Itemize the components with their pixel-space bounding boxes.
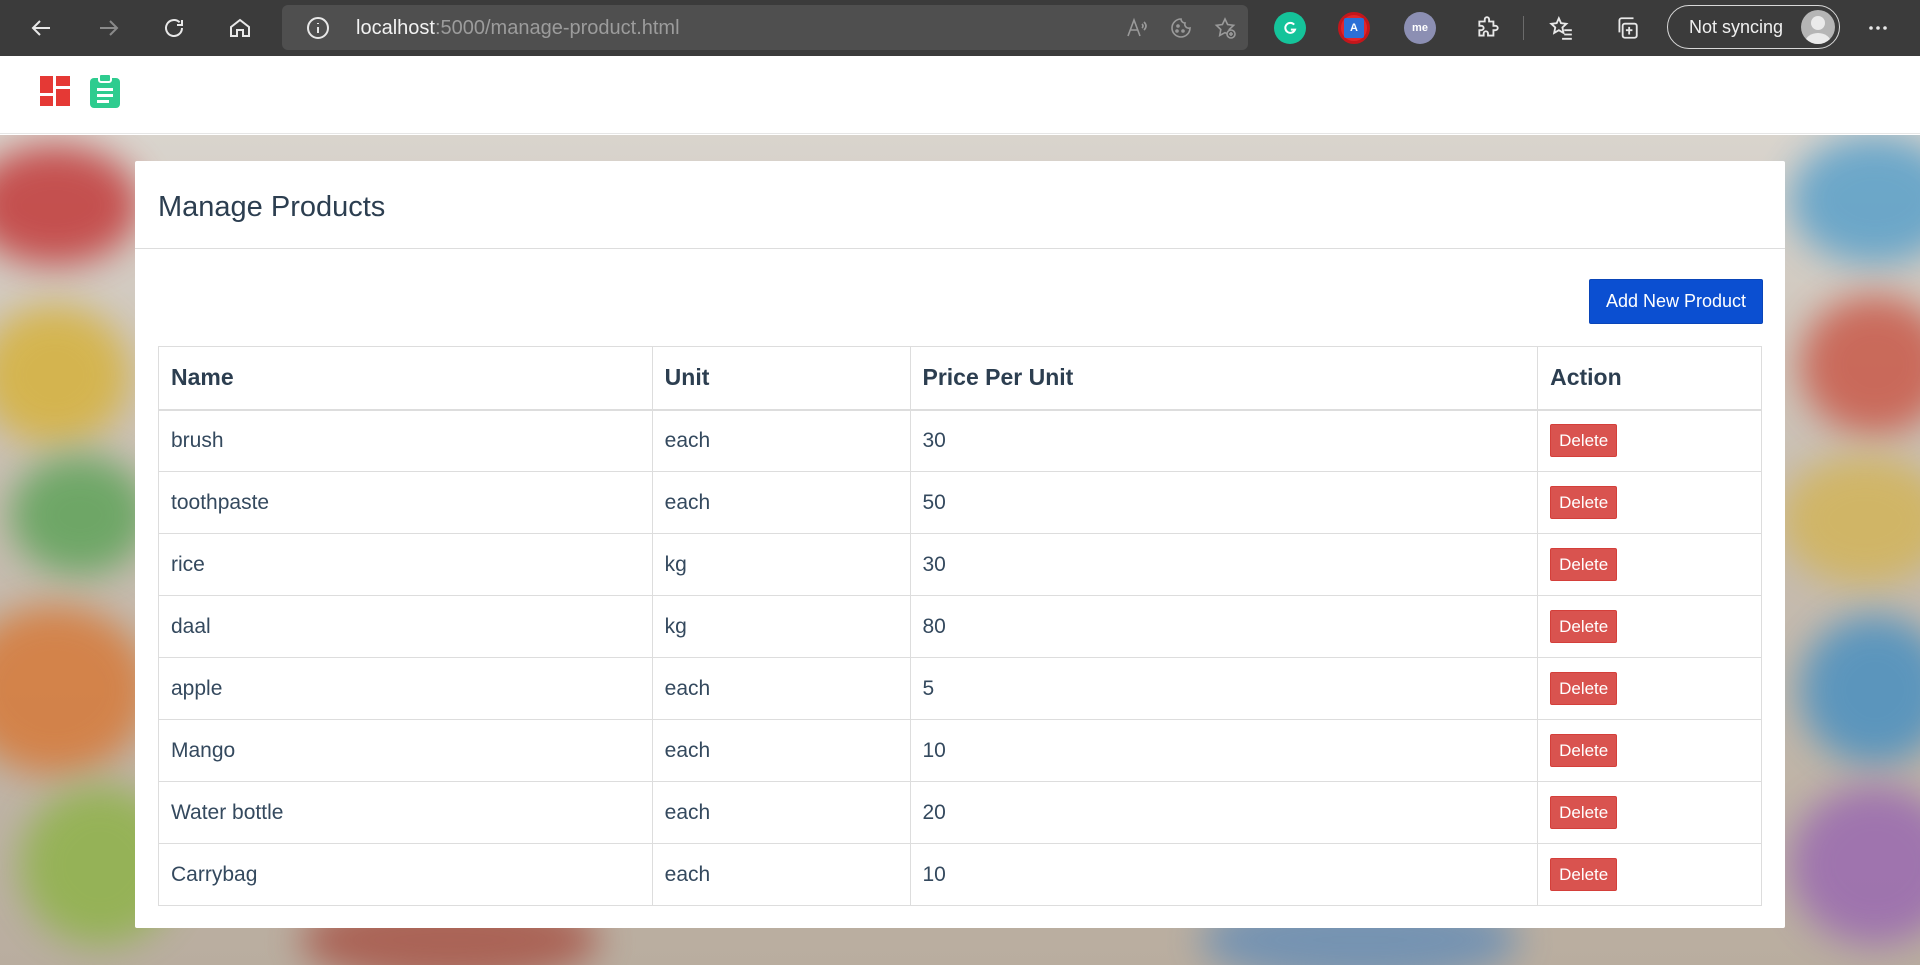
extensions-icon[interactable] xyxy=(1472,12,1504,44)
cookie-icon[interactable] xyxy=(1168,15,1194,41)
page-header xyxy=(0,56,1920,134)
delete-button[interactable]: Delete xyxy=(1550,548,1618,581)
delete-button[interactable]: Delete xyxy=(1550,858,1618,891)
sync-button[interactable]: Not syncing xyxy=(1667,5,1840,49)
url-text[interactable]: localhost:5000/manage-product.html xyxy=(356,17,680,40)
sync-label: Not syncing xyxy=(1689,17,1784,37)
delete-button[interactable]: Delete xyxy=(1550,486,1618,519)
product-price: 30 xyxy=(909,409,1539,472)
product-unit: kg xyxy=(651,533,911,596)
delete-button[interactable]: Delete xyxy=(1550,672,1618,705)
read-aloud-icon[interactable] xyxy=(1124,15,1150,41)
page-title: Manage Products xyxy=(158,191,386,223)
products-table: Name Unit Price Per Unit Action brush ea… xyxy=(158,346,1762,906)
product-unit: each xyxy=(651,409,911,472)
delete-button[interactable]: Delete xyxy=(1550,734,1618,767)
column-header-action: Action xyxy=(1537,346,1762,411)
address-bar[interactable]: localhost:5000/manage-product.html xyxy=(282,5,1248,50)
toolbar-separator xyxy=(1523,16,1524,40)
back-arrow-icon[interactable] xyxy=(22,8,62,48)
table-row: daal kg 80 Delete xyxy=(158,595,1762,658)
add-favorite-icon[interactable] xyxy=(1212,15,1238,41)
table-row: Water bottle each 20 Delete xyxy=(158,781,1762,844)
action-cell: Delete xyxy=(1537,719,1762,782)
home-icon[interactable] xyxy=(220,8,260,48)
reload-icon[interactable] xyxy=(154,8,194,48)
avatar xyxy=(1801,10,1835,44)
column-header-name: Name xyxy=(158,346,653,411)
product-name: Carrybag xyxy=(158,843,653,906)
url-path: :5000/manage-product.html xyxy=(434,17,680,39)
panel-heading: Manage Products xyxy=(135,161,1785,249)
action-cell: Delete xyxy=(1537,471,1762,534)
action-cell: Delete xyxy=(1537,781,1762,844)
product-price: 80 xyxy=(909,595,1539,658)
product-price: 10 xyxy=(909,719,1539,782)
favorites-icon[interactable] xyxy=(1545,12,1577,44)
product-unit: each xyxy=(651,719,911,782)
info-icon[interactable] xyxy=(306,16,330,40)
product-name: toothpaste xyxy=(158,471,653,534)
add-new-product-button[interactable]: Add New Product xyxy=(1589,279,1763,324)
product-price: 30 xyxy=(909,533,1539,596)
product-price: 10 xyxy=(909,843,1539,906)
product-unit: kg xyxy=(651,595,911,658)
product-name: Water bottle xyxy=(158,781,653,844)
me-extension-icon[interactable]: me xyxy=(1404,12,1436,44)
me-glyph: me xyxy=(1412,22,1428,34)
product-name: brush xyxy=(158,409,653,472)
product-price: 5 xyxy=(909,657,1539,720)
more-icon[interactable] xyxy=(1862,12,1894,44)
manage-products-panel: Manage Products Add New Product Name Uni… xyxy=(135,161,1785,928)
action-cell: Delete xyxy=(1537,657,1762,720)
product-price: 50 xyxy=(909,471,1539,534)
action-cell: Delete xyxy=(1537,843,1762,906)
product-unit: each xyxy=(651,843,911,906)
collections-icon[interactable] xyxy=(1611,12,1643,44)
product-name: daal xyxy=(158,595,653,658)
table-row: rice kg 30 Delete xyxy=(158,533,1762,596)
table-row: toothpaste each 50 Delete xyxy=(158,471,1762,534)
delete-button[interactable]: Delete xyxy=(1550,796,1618,829)
forward-arrow-icon[interactable] xyxy=(88,8,128,48)
table-row: apple each 5 Delete xyxy=(158,657,1762,720)
table-row: Carrybag each 10 Delete xyxy=(158,843,1762,906)
column-header-unit: Unit xyxy=(651,346,911,411)
url-host: localhost xyxy=(356,17,435,39)
clipboard-icon[interactable] xyxy=(89,73,121,108)
grammarly-icon[interactable] xyxy=(1274,12,1306,44)
table-row: brush each 30 Delete xyxy=(158,409,1762,472)
product-unit: each xyxy=(651,781,911,844)
product-name: Mango xyxy=(158,719,653,782)
delete-button[interactable]: Delete xyxy=(1550,610,1618,643)
product-unit: each xyxy=(651,471,911,534)
translate-icon[interactable]: A xyxy=(1338,12,1370,44)
dashboard-icon[interactable] xyxy=(40,76,70,106)
table-row: Mango each 10 Delete xyxy=(158,719,1762,782)
table-header-row: Name Unit Price Per Unit Action xyxy=(158,346,1762,411)
action-cell: Delete xyxy=(1537,409,1762,472)
browser-toolbar: localhost:5000/manage-product.html A me … xyxy=(0,0,1920,56)
product-name: rice xyxy=(158,533,653,596)
delete-button[interactable]: Delete xyxy=(1550,424,1618,458)
action-cell: Delete xyxy=(1537,533,1762,596)
column-header-price: Price Per Unit xyxy=(909,346,1539,411)
action-cell: Delete xyxy=(1537,595,1762,658)
product-name: apple xyxy=(158,657,653,720)
translate-glyph: A xyxy=(1344,18,1364,38)
product-unit: each xyxy=(651,657,911,720)
product-price: 20 xyxy=(909,781,1539,844)
